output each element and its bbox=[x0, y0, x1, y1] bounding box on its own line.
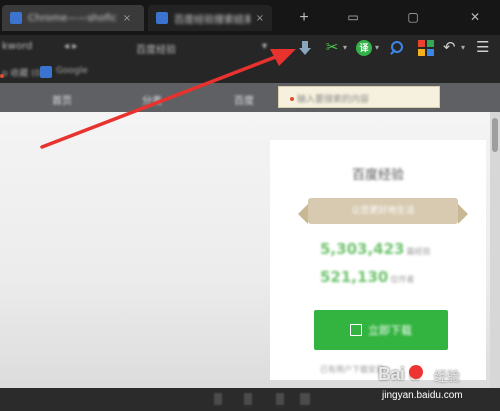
stat-authors: 521,130 位作者 bbox=[320, 268, 460, 286]
page-favicon-icon bbox=[10, 12, 22, 24]
status-item[interactable] bbox=[244, 393, 252, 405]
tab-close-icon[interactable]: × bbox=[256, 13, 264, 24]
install-icon bbox=[350, 324, 362, 336]
scrollbar[interactable] bbox=[490, 112, 500, 388]
scissors-icon[interactable]: ✂ bbox=[324, 40, 340, 56]
tab-close-icon[interactable]: × bbox=[123, 13, 131, 24]
translate-dropdown-icon[interactable]: ▾ bbox=[375, 43, 379, 52]
search-dot-icon bbox=[290, 97, 294, 101]
tab-title: Chrome——shofic bbox=[28, 12, 117, 24]
status-item[interactable] bbox=[214, 393, 222, 405]
menu-icon[interactable]: ☰ bbox=[476, 40, 492, 56]
tab-title: 百度经验搜索结果下载 bbox=[174, 14, 250, 26]
bookmarks-bar: o 收藏 (0) Google bbox=[0, 61, 500, 83]
paw-logo-icon bbox=[409, 365, 423, 379]
watermark-cn: 经验 bbox=[434, 369, 461, 384]
tab-bar: Chrome——shofic × 百度经验搜索结果下载 × + ▭ ▢ ✕ bbox=[0, 0, 500, 35]
nav-item-category[interactable]: 分类 bbox=[142, 92, 162, 107]
apps-icon[interactable] bbox=[418, 40, 434, 56]
address-caret[interactable]: ▾ bbox=[262, 41, 267, 52]
new-tab-button[interactable]: + bbox=[294, 9, 314, 27]
translate-icon[interactable]: 译 bbox=[356, 40, 372, 56]
bookmarks-label[interactable]: o 收藏 (0) bbox=[2, 66, 44, 79]
baidu-jingyan-watermark: Bai u 经验 jingyan.baidu.com bbox=[378, 364, 496, 408]
nav-item-baidu[interactable]: 百度 bbox=[234, 92, 254, 107]
undo-dropdown-icon[interactable]: ▾ bbox=[461, 43, 465, 52]
page-favicon-icon bbox=[156, 12, 168, 24]
install-button-label: 立即下载 bbox=[368, 324, 412, 337]
browser-toolbar: kword ◂ ▸ 百度经验 ▾ ✂ ▾ 译 ▾ ↶ ▾ ☰ bbox=[0, 35, 500, 61]
stat-articles: 5,303,423 篇经验 bbox=[320, 240, 460, 258]
site-search-input[interactable]: 输入要搜索的内容 bbox=[278, 86, 440, 108]
slogan-text: 让您更好地生活 bbox=[351, 206, 415, 216]
search-placeholder: 输入要搜索的内容 bbox=[297, 95, 370, 105]
stat-authors-unit: 位作者 bbox=[390, 275, 415, 284]
address-fragment[interactable]: kword bbox=[2, 41, 32, 52]
scissors-dropdown-icon[interactable]: ▾ bbox=[343, 43, 347, 52]
scroll-thumb[interactable] bbox=[492, 118, 498, 152]
nav-item-home[interactable]: 首页 bbox=[52, 92, 72, 107]
nav-fragment[interactable]: ◂ ▸ bbox=[64, 41, 77, 52]
status-item[interactable] bbox=[300, 393, 310, 405]
bookmark-favicon-icon bbox=[40, 66, 52, 78]
undo-icon[interactable]: ↶ bbox=[443, 40, 459, 56]
page-text: 百度经验 bbox=[136, 45, 176, 56]
slogan-ribbon: 让您更好地生活 bbox=[298, 198, 468, 224]
restore-icon[interactable]: ▢ bbox=[404, 8, 422, 26]
stat-articles-value: 5,303,423 bbox=[320, 240, 405, 258]
status-item[interactable] bbox=[276, 393, 284, 405]
search-icon[interactable] bbox=[388, 40, 404, 56]
panel-title: 百度经验 bbox=[351, 168, 404, 183]
stat-articles-unit: 篇经验 bbox=[406, 247, 431, 256]
minimize-icon[interactable]: ▭ bbox=[344, 8, 362, 26]
download-icon[interactable] bbox=[297, 40, 313, 56]
tab-chrome[interactable]: Chrome——shofic × bbox=[2, 5, 144, 31]
stat-authors-value: 521,130 bbox=[320, 268, 389, 286]
tab-search[interactable]: 百度经验搜索结果下载 × bbox=[148, 5, 272, 31]
promo-panel: 百度经验 让您更好地生活 5,303,423 篇经验 521,130 位作者 立即下… bbox=[270, 140, 486, 380]
install-button[interactable]: 立即下载 bbox=[314, 310, 448, 350]
watermark-url: jingyan.baidu.com bbox=[382, 390, 463, 401]
close-window-icon[interactable]: ✕ bbox=[466, 8, 484, 26]
bookmark-item[interactable]: Google bbox=[56, 66, 88, 76]
marker-dot-icon bbox=[0, 74, 4, 78]
